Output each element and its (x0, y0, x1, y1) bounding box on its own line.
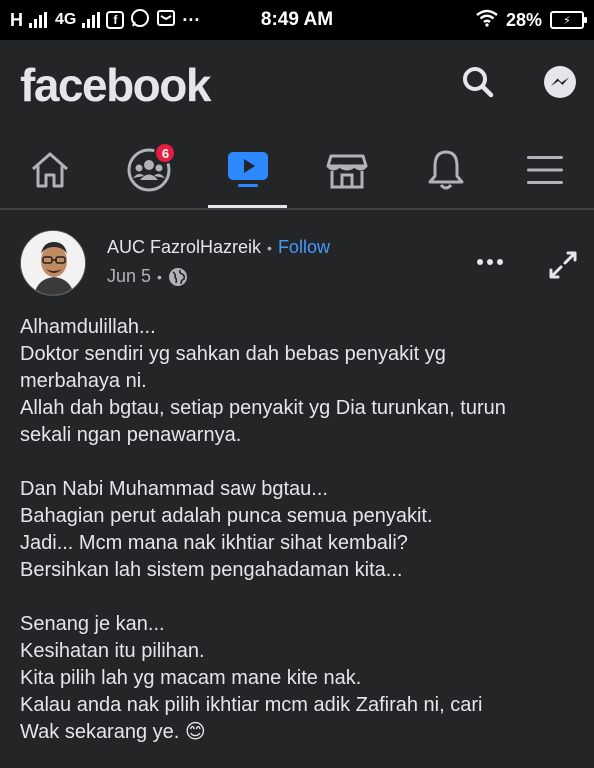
menu-icon (526, 156, 563, 184)
post-card: AUC FazrolHazreik • Follow Jun 5 • Alham… (0, 210, 594, 768)
battery-percent: 28% (505, 9, 542, 30)
tab-home[interactable] (0, 132, 99, 208)
follow-button[interactable]: Follow (278, 237, 330, 258)
facebook-logo[interactable]: facebook (20, 58, 211, 112)
post-line: Allah dah bgtau, setiap penyakit yg Dia … (20, 397, 506, 419)
more-dot-icon (477, 259, 483, 265)
post-date[interactable]: Jun 5 (107, 266, 151, 287)
network-h-label: H (10, 9, 23, 30)
post-paragraph: Alhamdulillah... Doktor sendiri yg sahka… (20, 314, 580, 449)
bell-icon (428, 150, 463, 190)
post-line: Bersihkan lah sistem pengahadaman kita..… (20, 559, 403, 581)
watch-icon (227, 152, 268, 187)
post-paragraph: Senang je kan... Kesihatan itu pilihan. … (20, 611, 580, 746)
post-line: Senang je kan... (20, 613, 165, 635)
more-notifications-indicator: ··· (182, 9, 201, 30)
post-line: Dan Nabi Muhammad saw bgtau... (20, 478, 328, 500)
post-line: Kalau anda nak pilih ikhtiar mcm adik Za… (20, 694, 483, 716)
post-line: Bahagian perut adalah punca semua penyak… (20, 505, 433, 527)
status-left: H 4G f ··· (10, 8, 200, 33)
avatar[interactable] (20, 230, 86, 296)
tab-notifications[interactable] (396, 132, 495, 208)
post-line: sekali ngan penawarnya. (20, 424, 242, 446)
author-separator: • (267, 239, 272, 256)
status-bar: H 4G f ··· 8:49 AM 28% ⚡ (0, 0, 594, 40)
battery-icon: ⚡ (550, 11, 587, 29)
tab-groups[interactable]: 6 (99, 132, 198, 208)
post-author-line: AUC FazrolHazreik • Follow (107, 237, 330, 258)
more-dot-icon (487, 259, 493, 265)
messenger-icon[interactable] (538, 60, 582, 104)
more-dot-icon (497, 259, 503, 265)
post-line: Kita pilih lah yg macam mane kite nak. (20, 667, 362, 689)
post-body: Alhamdulillah... Doktor sendiri yg sahka… (20, 314, 580, 768)
post-line: Doktor sendiri yg sahkan dah bebas penya… (20, 343, 446, 365)
post-line: Alhamdulillah... (20, 316, 156, 338)
post-author-name[interactable]: AUC FazrolHazreik (107, 237, 261, 258)
wifi-icon (476, 9, 498, 32)
globe-icon (168, 267, 187, 286)
status-right: 28% ⚡ (476, 9, 587, 32)
home-icon (31, 152, 68, 188)
groups-notification-badge: 6 (154, 142, 177, 164)
network-type-label: 4G (55, 11, 77, 28)
post-options-button[interactable] (470, 250, 510, 274)
marketplace-icon (326, 154, 367, 189)
facebook-notification-icon: f (106, 11, 125, 29)
post-line: Kesihatan itu pilihan. (20, 640, 205, 662)
whatsapp-notification-icon (130, 8, 150, 33)
post-meta: Jun 5 • (107, 266, 188, 287)
post-line: merbahaya ni. (20, 370, 147, 392)
tab-watch[interactable] (198, 132, 297, 208)
post-line: Wak sekarang ye. 😊 (20, 721, 206, 743)
post-paragraph: Dan Nabi Muhammad saw bgtau... Bahagian … (20, 476, 580, 584)
main-nav-tabs: 6 (0, 132, 594, 208)
tab-marketplace[interactable] (297, 132, 396, 208)
app-header: facebook (0, 40, 594, 132)
meta-separator: • (157, 268, 162, 285)
post-line: Jadi... Mcm mana nak ikhtiar sihat kemba… (20, 532, 408, 554)
signal-icon (29, 12, 47, 28)
mail-notification-icon (156, 8, 176, 33)
signal-icon-2 (82, 12, 101, 28)
expand-icon[interactable] (546, 248, 580, 282)
tab-menu[interactable] (495, 132, 594, 208)
search-icon[interactable] (456, 60, 500, 104)
